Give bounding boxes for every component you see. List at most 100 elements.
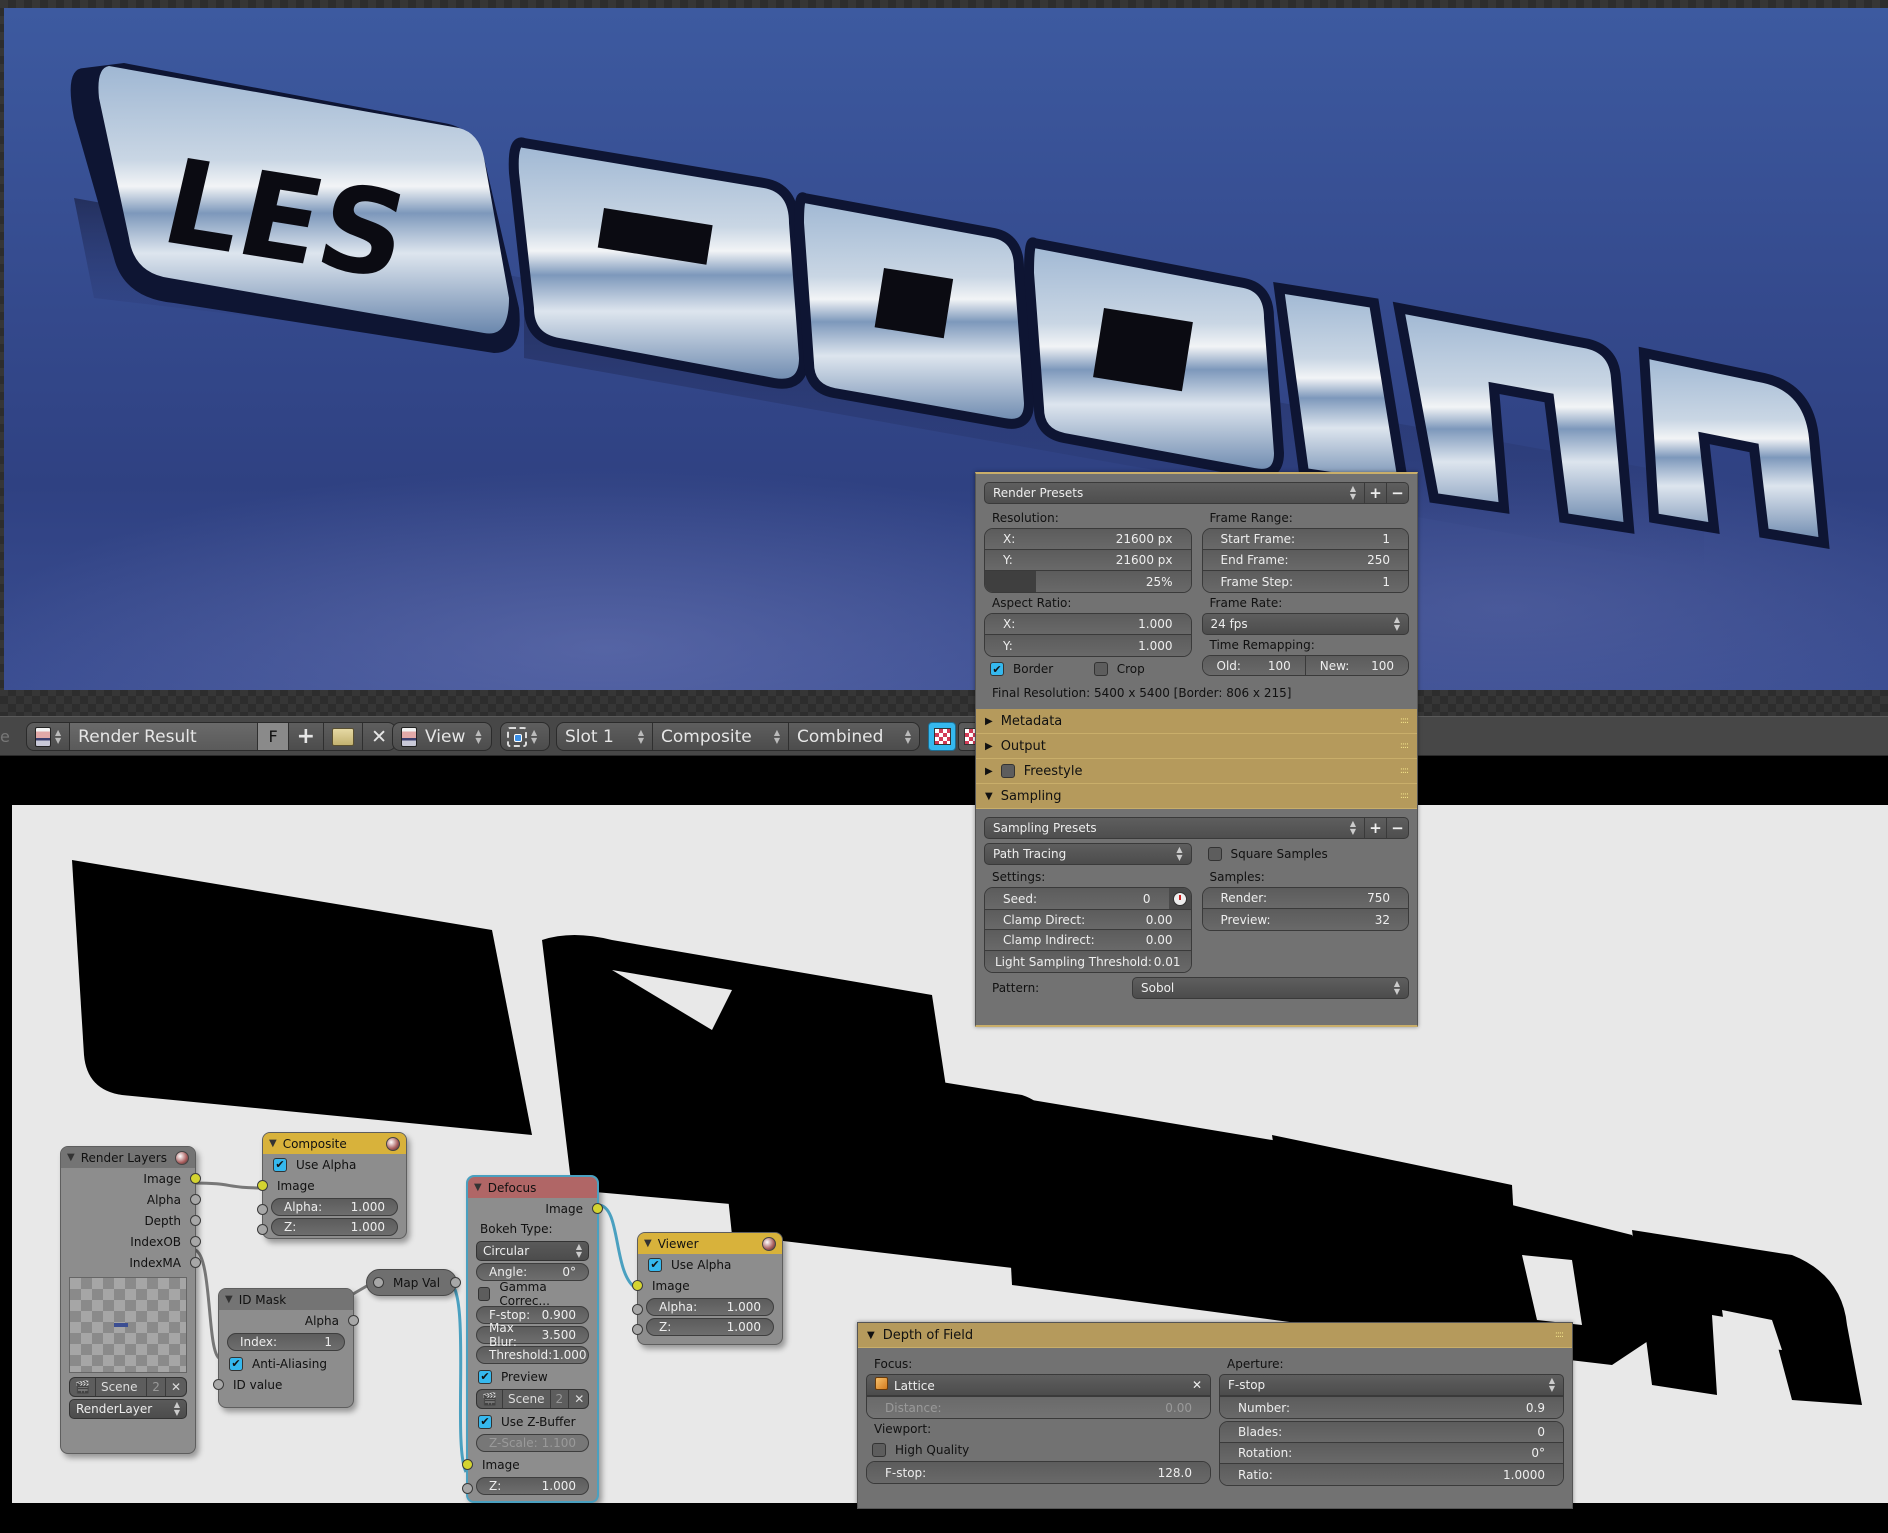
resolution-y-field[interactable]: Y: 21600 px	[985, 550, 1191, 571]
aspect-y-field[interactable]: Y: 1.000	[985, 635, 1191, 656]
socket-value-in[interactable]	[373, 1277, 384, 1288]
fstop-number-field[interactable]: Number: 0.9	[1220, 1397, 1563, 1418]
node-defocus[interactable]: ▼ Defocus Image Bokeh Type: Circular ▲ ▼ A…	[462, 1175, 603, 1503]
threshold-field[interactable]: Threshold: 1.000	[476, 1346, 589, 1364]
drag-grip-icon[interactable]: ::::	[1400, 741, 1409, 751]
viewport-fstop-field[interactable]: F-stop: 128.0	[867, 1462, 1210, 1483]
unlink-icon[interactable]: ✕	[166, 1378, 186, 1396]
clamp-indirect-field[interactable]: Clamp Indirect: 0.00	[985, 930, 1191, 951]
section-freestyle[interactable]: ▶ Freestyle::::	[976, 759, 1417, 784]
bokeh-type-select[interactable]: Circular ▲ ▼	[476, 1241, 589, 1261]
socket-z[interactable]	[462, 1483, 473, 1494]
open-image-button[interactable]	[324, 723, 364, 750]
integrator-select[interactable]: Path Tracing ▲ ▼	[984, 843, 1192, 865]
section-metadata[interactable]: ▶ Metadata::::	[976, 709, 1417, 734]
add-preset-button[interactable]: +	[1365, 817, 1387, 839]
remove-preset-button[interactable]: −	[1387, 482, 1409, 504]
resolution-x-field[interactable]: X: 21600 px	[985, 529, 1191, 550]
unlink-icon[interactable]: ✕	[569, 1390, 588, 1408]
frame-step-field[interactable]: Frame Step: 1	[1202, 571, 1408, 592]
angle-field[interactable]: Angle: 0°	[476, 1263, 589, 1281]
z-field[interactable]: Z: 1.000	[476, 1477, 589, 1495]
node-header[interactable]: ▼ ID Mask	[219, 1289, 353, 1310]
render-result-image[interactable]: LES	[4, 8, 1888, 690]
index-field[interactable]: Index: 1	[227, 1333, 345, 1351]
node-viewer[interactable]: ▼ Viewer ✔ Use Alpha Image Alpha: 1.000 Z:…	[632, 1232, 783, 1345]
end-frame-field[interactable]: End Frame: 250	[1202, 550, 1408, 571]
collapse-icon[interactable]: ▼	[67, 1152, 75, 1163]
socket-z[interactable]	[257, 1224, 268, 1235]
draw-alpha-toggle[interactable]	[928, 722, 956, 751]
freestyle-checkbox[interactable]	[1000, 764, 1015, 778]
socket-image[interactable]	[632, 1280, 643, 1291]
animated-seed-toggle[interactable]	[1168, 888, 1191, 909]
pattern-select[interactable]: Sobol ▲ ▼	[1132, 977, 1409, 999]
use-alpha-checkbox[interactable]: ✔ Use Alpha	[263, 1154, 406, 1175]
slot-select[interactable]: Slot 1 ▲ ▼	[557, 723, 653, 750]
image-editor-area[interactable]: LES	[0, 0, 1888, 716]
image-name-field[interactable]: Render Result	[70, 723, 259, 750]
socket-indexob[interactable]	[190, 1236, 201, 1247]
preview-samples-field[interactable]: Preview: 32	[1202, 909, 1408, 930]
section-sampling[interactable]: ▼ Sampling::::	[976, 784, 1417, 809]
socket-alpha[interactable]	[190, 1194, 201, 1205]
socket-value-out[interactable]	[450, 1277, 462, 1288]
crop-checkbox[interactable]: Crop	[1088, 657, 1192, 681]
light-sampling-threshold-field[interactable]: Light Sampling Threshold: 0.01	[985, 951, 1191, 972]
render-layer-select[interactable]: RenderLayer ▲ ▼	[69, 1399, 187, 1419]
socket-id-value[interactable]	[213, 1379, 224, 1390]
render-presets-select[interactable]: Render Presets ▲ ▼	[984, 482, 1365, 504]
gamma-correction-checkbox[interactable]: Gamma Correc...	[468, 1280, 597, 1308]
collapse-icon[interactable]: ▼	[474, 1182, 482, 1193]
socket-image[interactable]	[190, 1173, 201, 1184]
anti-aliasing-checkbox[interactable]: ✔ Anti-Aliasing	[219, 1353, 353, 1374]
drag-grip-icon[interactable]: ::::	[1400, 791, 1409, 801]
node-composite[interactable]: ▼ Composite ✔ Use Alpha Image Alpha: 1.000…	[257, 1132, 407, 1239]
socket-image[interactable]	[462, 1459, 473, 1470]
collapse-icon[interactable]: ▼	[644, 1238, 652, 1249]
socket-z[interactable]	[632, 1324, 643, 1335]
node-map-value[interactable]: Map Val	[366, 1269, 462, 1296]
max-blur-field[interactable]: Max Blur: 3.500	[476, 1321, 589, 1349]
alpha-field[interactable]: Alpha: 1.000	[271, 1198, 398, 1216]
blades-field[interactable]: Blades: 0	[1220, 1422, 1563, 1443]
sampling-presets-select[interactable]: Sampling Presets ▲ ▼	[984, 817, 1365, 839]
rotation-field[interactable]: Rotation: 0°	[1220, 1443, 1563, 1464]
socket-alpha[interactable]	[257, 1204, 268, 1215]
frame-rate-select[interactable]: 24 fps ▲ ▼	[1201, 613, 1409, 635]
resolution-percent-slider[interactable]: 25%	[985, 571, 1191, 592]
ratio-field[interactable]: Ratio: 1.0000	[1220, 1464, 1563, 1485]
collapse-icon[interactable]: ▼	[225, 1294, 233, 1305]
zscale-field[interactable]: Z-Scale: 1.100	[476, 1434, 589, 1452]
render-samples-field[interactable]: Render: 750	[1202, 888, 1408, 909]
drag-grip-icon[interactable]: ::::	[1400, 716, 1409, 726]
image-browse-button[interactable]: ▲ ▼	[27, 723, 71, 750]
node-header[interactable]: ▼ Render Layers	[61, 1147, 195, 1168]
section-depth-of-field[interactable]: ▼ Depth of Field::::	[858, 1323, 1572, 1348]
drag-grip-icon[interactable]: ::::	[1555, 1330, 1564, 1340]
socket-image[interactable]	[257, 1180, 268, 1191]
pivot-menu[interactable]: ▲ ▼	[500, 722, 550, 751]
alpha-field[interactable]: Alpha: 1.000	[646, 1298, 774, 1316]
border-checkbox[interactable]: ✔ Border	[984, 657, 1088, 681]
scene-selector[interactable]: 🎬 Scene 2 ✕	[69, 1377, 187, 1397]
node-header[interactable]: ▼ Defocus	[468, 1177, 597, 1198]
socket-alpha[interactable]	[632, 1304, 643, 1315]
unlink-image-button[interactable]: ✕	[363, 723, 395, 750]
socket-alpha[interactable]	[348, 1315, 359, 1326]
aperture-type-select[interactable]: F-stop ▲ ▼	[1219, 1374, 1564, 1396]
focus-object-field[interactable]: Lattice ✕	[866, 1374, 1211, 1396]
old-field[interactable]: Old: 100	[1202, 656, 1306, 675]
clamp-direct-field[interactable]: Clamp Direct: 0.00	[985, 909, 1191, 930]
fake-user-button[interactable]: F	[258, 723, 289, 750]
node-render-layers[interactable]: ▼ Render Layers Image Alpha Depth IndexO…	[60, 1146, 201, 1454]
z-field[interactable]: Z: 1.000	[271, 1218, 398, 1236]
collapse-icon[interactable]: ▼	[269, 1138, 277, 1149]
clear-focus-icon[interactable]: ✕	[1192, 1378, 1202, 1392]
image-menu-cut[interactable]: e	[0, 727, 10, 746]
distance-field[interactable]: Distance: 0.00	[867, 1397, 1210, 1418]
view-menu[interactable]: View ▲ ▼	[392, 722, 492, 751]
node-header[interactable]: ▼ Viewer	[638, 1233, 782, 1254]
node-id-mask[interactable]: ▼ ID Mask Alpha Index: 1 ✔ Anti-Aliasing I…	[213, 1288, 359, 1408]
remove-preset-button[interactable]: −	[1387, 817, 1409, 839]
